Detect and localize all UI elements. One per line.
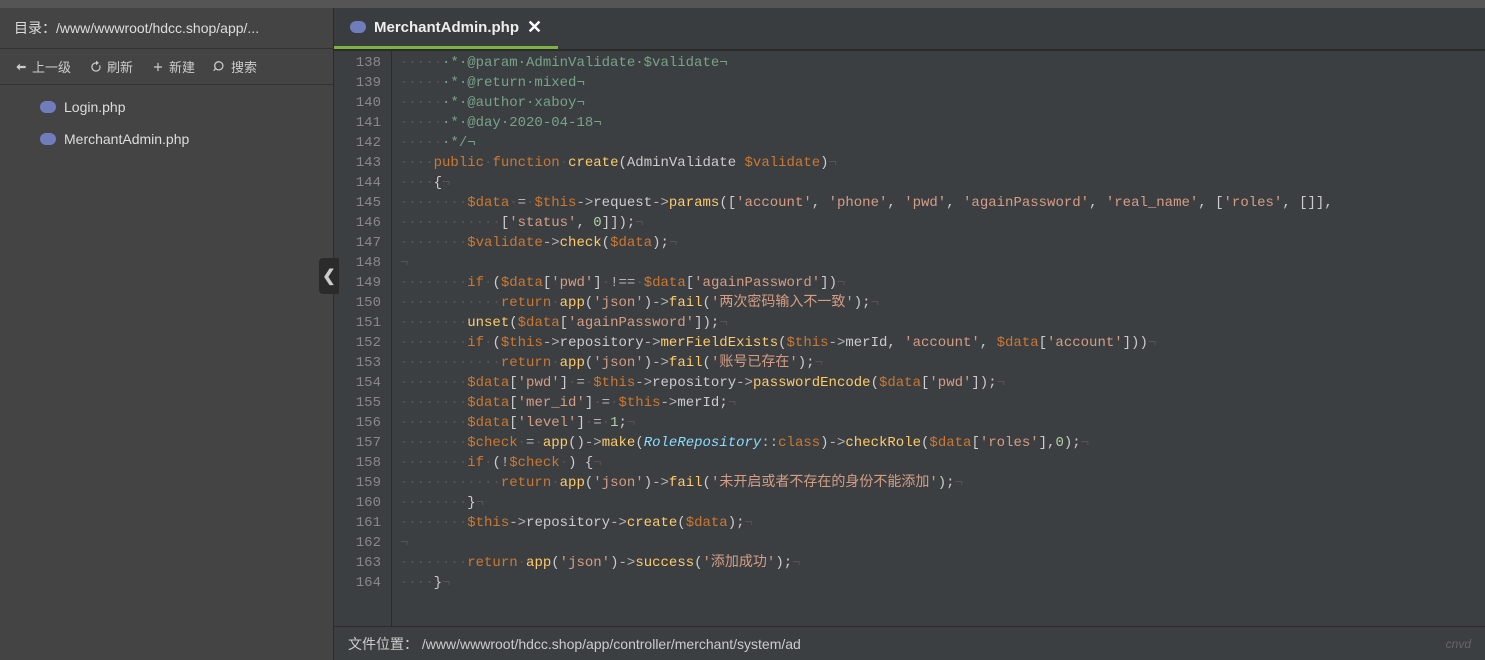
search-button[interactable]: 搜索 xyxy=(213,57,257,76)
directory-path: 目录：/www/wwwroot/hdcc.shop/app/... xyxy=(0,8,333,49)
php-icon xyxy=(40,101,56,113)
top-strip xyxy=(0,0,1485,8)
file-list: Login.php MerchantAdmin.php xyxy=(0,85,333,155)
up-button[interactable]: 上一级 xyxy=(14,57,71,76)
sidebar-collapse-button[interactable]: ❮ xyxy=(319,258,339,294)
line-number-gutter: 1381391401411421431441451461471481491501… xyxy=(334,51,392,626)
file-item[interactable]: MerchantAdmin.php xyxy=(0,123,333,155)
editor-panel: ❮ MerchantAdmin.php ✕ 138139140141142143… xyxy=(334,8,1485,660)
plus-icon xyxy=(151,60,165,74)
tab-title: MerchantAdmin.php xyxy=(374,19,519,36)
php-icon xyxy=(350,21,366,33)
arrow-up-icon xyxy=(14,60,28,74)
file-browser-sidebar: 目录：/www/wwwroot/hdcc.shop/app/... 上一级 刷新… xyxy=(0,8,334,660)
file-location-path: /www/wwwroot/hdcc.shop/app/controller/me… xyxy=(422,636,801,652)
main-area: 目录：/www/wwwroot/hdcc.shop/app/... 上一级 刷新… xyxy=(0,8,1485,660)
status-bar: 文件位置： /www/wwwroot/hdcc.shop/app/control… xyxy=(334,626,1485,660)
new-button[interactable]: 新建 xyxy=(151,57,195,76)
refresh-button[interactable]: 刷新 xyxy=(89,57,133,76)
code-area[interactable]: 1381391401411421431441451461471481491501… xyxy=(334,51,1485,626)
editor-tab-bar: MerchantAdmin.php ✕ xyxy=(334,8,1485,51)
search-icon xyxy=(213,60,227,74)
file-location-label: 文件位置： xyxy=(348,636,418,652)
close-icon[interactable]: ✕ xyxy=(527,18,542,36)
file-item[interactable]: Login.php xyxy=(0,91,333,123)
editor-tab[interactable]: MerchantAdmin.php ✕ xyxy=(334,8,558,49)
code-content[interactable]: ······*·@param·AdminValidate·$validate¬·… xyxy=(392,51,1485,626)
php-icon xyxy=(40,133,56,145)
refresh-icon xyxy=(89,60,103,74)
dir-label: 目录： xyxy=(14,20,56,36)
watermark: cnvd xyxy=(1446,637,1471,651)
file-name: MerchantAdmin.php xyxy=(64,131,189,147)
file-name: Login.php xyxy=(64,99,126,115)
file-toolbar: 上一级 刷新 新建 搜索 xyxy=(0,49,333,85)
dir-path: /www/wwwroot/hdcc.shop/app/... xyxy=(56,20,259,36)
